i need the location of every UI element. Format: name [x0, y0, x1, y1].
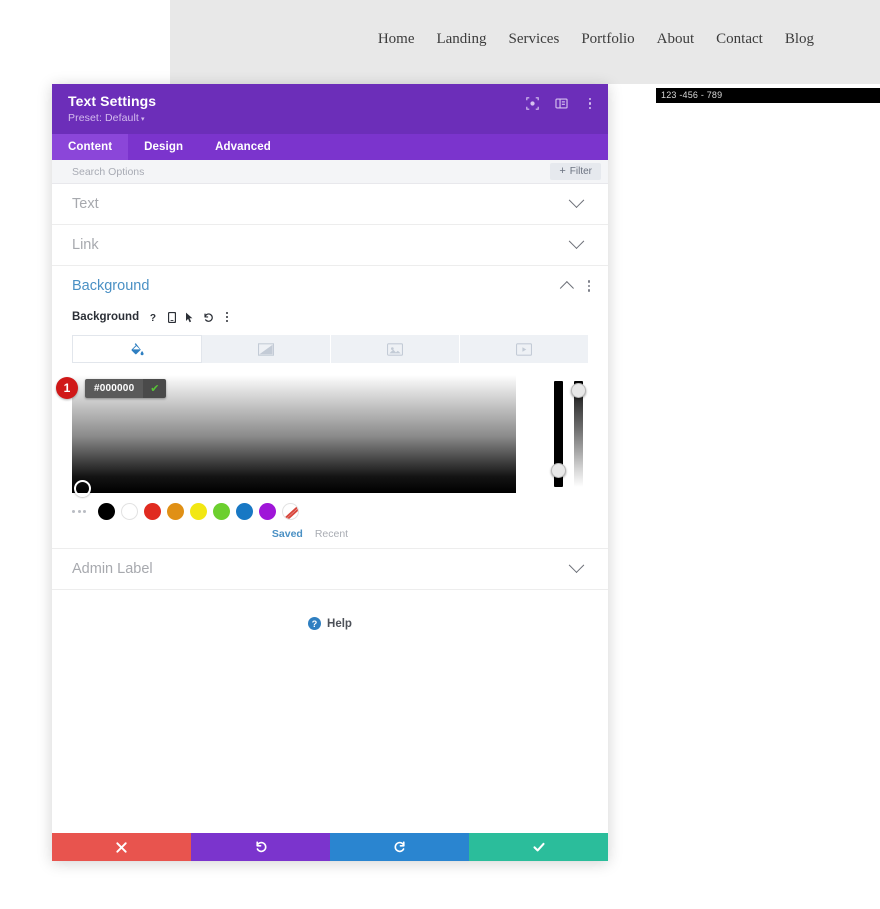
swatch-white[interactable] [121, 503, 138, 520]
section-link[interactable]: Link [52, 225, 608, 266]
section-text-label: Text [72, 196, 99, 212]
swatch-purple[interactable] [259, 503, 276, 520]
nav-item-about[interactable]: About [657, 31, 695, 48]
modal-footer [52, 833, 608, 861]
tab-saved[interactable]: Saved [272, 528, 303, 540]
help-icon[interactable]: ? [148, 312, 159, 323]
section-background: Background Background ? [52, 266, 608, 549]
filter-button[interactable]: + Filter [550, 163, 601, 180]
responsive-device-icon[interactable] [168, 312, 176, 323]
swatch-black[interactable] [98, 503, 115, 520]
modal-header: Text Settings Preset: Default▾ [52, 84, 608, 134]
modal-header-icons [526, 97, 596, 110]
chevron-down-icon [569, 557, 585, 573]
site-nav: Home Landing Services Portfolio About Co… [378, 31, 814, 48]
redo-button[interactable] [330, 833, 469, 861]
color-picker[interactable]: 1 #000000 ✔ [72, 375, 588, 493]
tab-advanced[interactable]: Advanced [199, 134, 287, 160]
nav-item-portfolio[interactable]: Portfolio [581, 31, 634, 48]
swatch-green[interactable] [213, 503, 230, 520]
cancel-button[interactable] [52, 833, 191, 861]
nav-item-services[interactable]: Services [508, 31, 559, 48]
background-color-tab[interactable] [72, 335, 202, 363]
help-icon: ? [308, 617, 321, 630]
picker-cursor[interactable] [74, 480, 91, 497]
focus-target-icon[interactable] [526, 97, 539, 110]
plus-icon: + [559, 166, 565, 177]
more-vertical-icon[interactable] [584, 98, 596, 110]
swatch-tabs: Saved Recent [52, 520, 608, 540]
svg-text:?: ? [150, 313, 156, 323]
help-link[interactable]: ? Help [52, 617, 608, 630]
undo-button[interactable] [191, 833, 330, 861]
swatch-orange[interactable] [167, 503, 184, 520]
text-module-preview: 123 -456 - 789 [656, 88, 880, 103]
hex-input-group[interactable]: #000000 ✔ [85, 379, 166, 398]
color-swatches [52, 493, 608, 520]
modal-tabs: Content Design Advanced [52, 134, 608, 160]
text-settings-modal: Text Settings Preset: Default▾ [52, 84, 608, 861]
background-type-tabs [72, 335, 588, 363]
more-vertical-icon[interactable] [584, 280, 594, 292]
swatch-blue[interactable] [236, 503, 253, 520]
section-admin-label-text: Admin Label [72, 561, 153, 577]
nav-item-blog[interactable]: Blog [785, 31, 814, 48]
site-logo-area [0, 0, 170, 84]
background-video-tab[interactable] [460, 335, 588, 363]
tab-content[interactable]: Content [52, 134, 128, 160]
nav-item-contact[interactable]: Contact [716, 31, 763, 48]
save-button[interactable] [469, 833, 608, 861]
layout-panel-icon[interactable] [555, 97, 568, 110]
hover-cursor-icon[interactable] [185, 312, 194, 323]
more-vertical-icon[interactable] [223, 312, 231, 323]
search-row: Search Options + Filter [52, 160, 608, 184]
alpha-slider-handle[interactable] [571, 383, 586, 398]
background-gradient-tab[interactable] [202, 335, 331, 363]
reset-icon[interactable] [203, 312, 214, 323]
page-title: Text Settings [68, 93, 592, 109]
step-badge-1: 1 [56, 377, 78, 399]
chevron-down-icon: ▾ [141, 116, 145, 123]
chevron-down-icon [569, 233, 585, 249]
settings-scroll-area[interactable]: Text Link Background Background [52, 184, 608, 833]
nav-item-landing[interactable]: Landing [436, 31, 486, 48]
tab-design[interactable]: Design [128, 134, 199, 160]
chevron-up-icon[interactable] [560, 281, 574, 295]
section-background-label: Background [72, 278, 149, 294]
site-header: Home Landing Services Portfolio About Co… [170, 0, 880, 84]
check-icon[interactable]: ✔ [143, 379, 166, 398]
background-field-label: Background [72, 311, 139, 323]
section-text[interactable]: Text [52, 184, 608, 225]
hex-input[interactable]: #000000 [85, 379, 143, 398]
preset-selector[interactable]: Preset: Default▾ [68, 112, 592, 124]
search-input[interactable]: Search Options [72, 166, 144, 178]
background-image-tab[interactable] [331, 335, 460, 363]
section-admin-label[interactable]: Admin Label [52, 549, 608, 590]
chevron-down-icon [569, 192, 585, 208]
hue-slider-handle[interactable] [551, 463, 566, 478]
nav-item-home[interactable]: Home [378, 31, 415, 48]
more-horizontal-icon[interactable] [72, 510, 86, 513]
filter-label: Filter [570, 163, 592, 180]
preset-label: Preset: Default [68, 112, 139, 124]
background-field-header: Background ? [52, 306, 608, 328]
page-root: Home Landing Services Portfolio About Co… [0, 0, 880, 909]
swatch-none[interactable] [282, 503, 299, 520]
section-link-label: Link [72, 237, 99, 253]
section-background-controls [564, 280, 594, 292]
section-background-header[interactable]: Background [52, 266, 608, 306]
help-label: Help [327, 618, 352, 630]
swatch-yellow[interactable] [190, 503, 207, 520]
swatch-red[interactable] [144, 503, 161, 520]
tab-recent[interactable]: Recent [315, 528, 348, 540]
